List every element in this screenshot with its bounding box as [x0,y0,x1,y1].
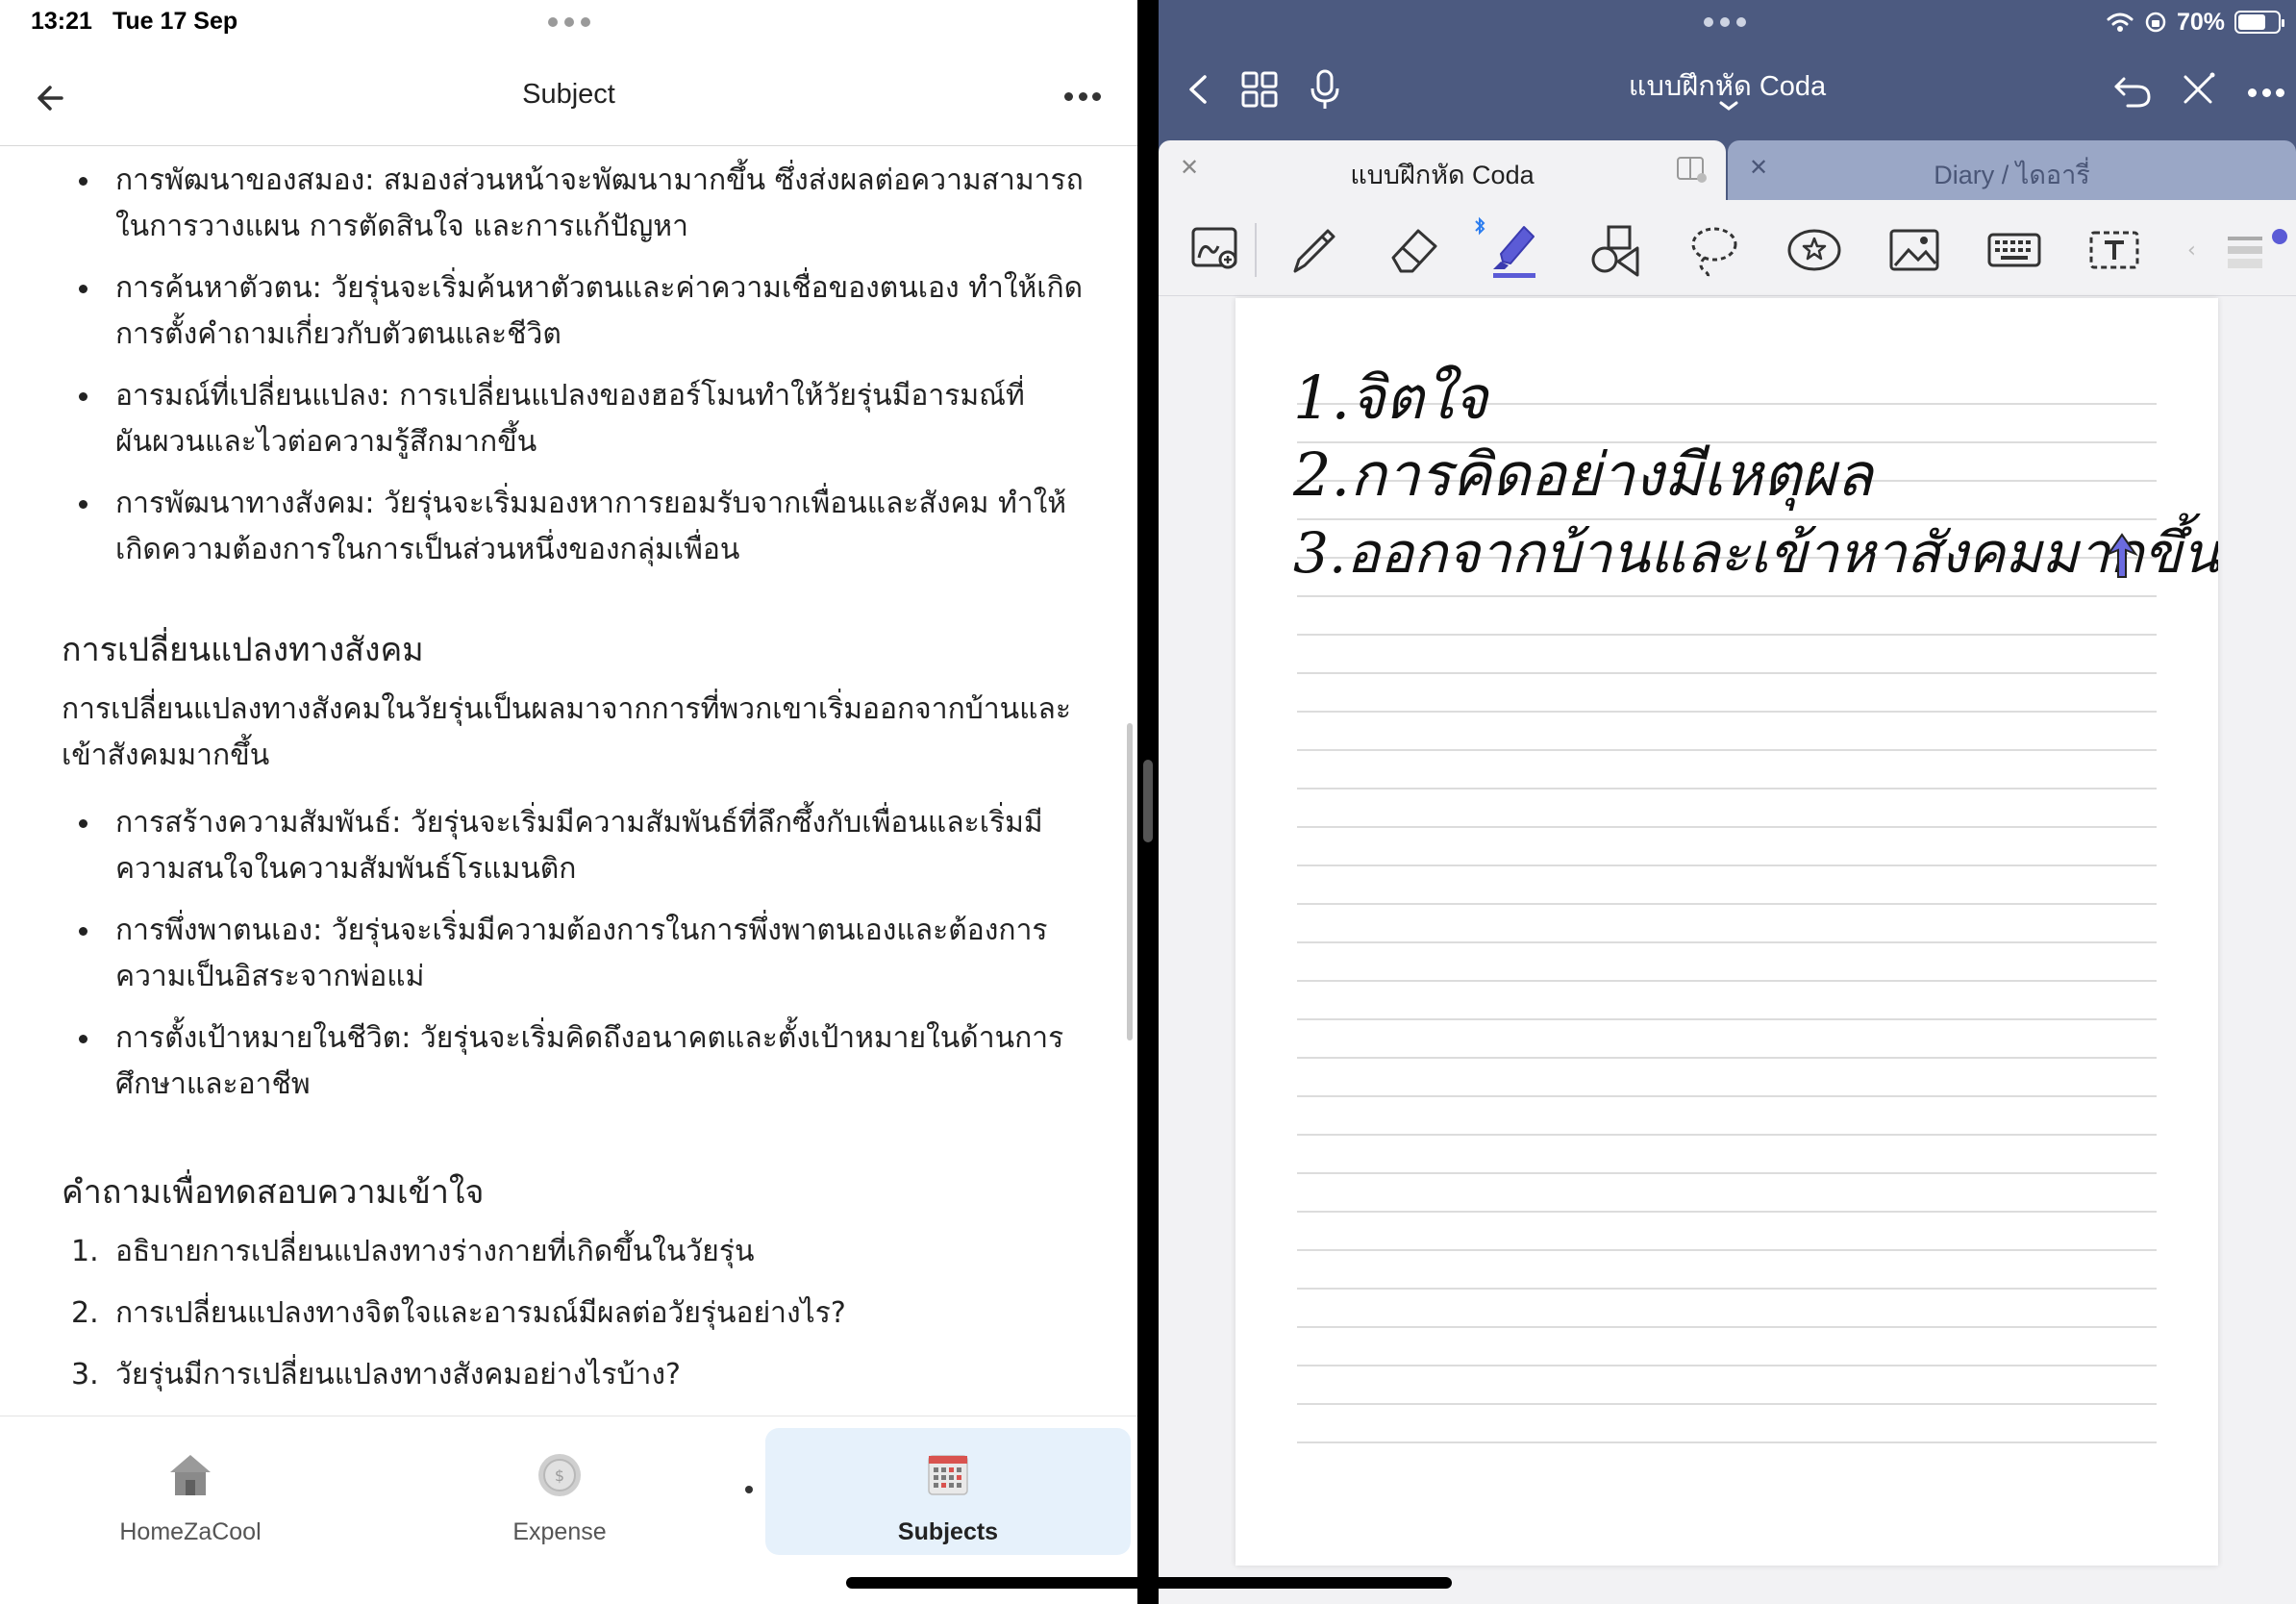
orientation-lock-icon [2145,12,2166,33]
nav-bar: Subject [0,58,1137,146]
calendar-grid-icon [928,1455,968,1495]
home-indicator[interactable] [846,1577,1452,1589]
notebook-page[interactable]: 1.จิตใจ 2.การคิดอย่างมีเหตุผล 3.ออกจากบ้… [1235,298,2218,1566]
quiz-number: 2. [71,1296,99,1330]
list-item: การพัฒนาของสมอง: สมองส่วนหน้าจะพัฒนามากข… [79,158,1086,250]
quiz-text: วัยรุ่นมีการเปลี่ยนแปลงทางสังคมอย่างไรบ้… [115,1358,681,1391]
quiz-item: 3. วัยรุ่นมีการเปลี่ยนแปลงทางสังคมอย่างไ… [71,1352,1086,1398]
tab-label: Expense [512,1518,607,1545]
chevron-down-icon[interactable] [1718,100,1739,112]
status-time: 13:21 [31,8,92,35]
quiz-number: 3. [71,1358,99,1391]
image-icon[interactable] [1884,219,1945,281]
scrollbar[interactable] [1127,723,1133,1040]
handwriting-line: 3.ออกจากบ้านและเข้าหาสังคมมากขึ้น [1293,513,2218,586]
eraser-icon[interactable] [1384,219,1445,281]
document-tabs: ✕ แบบฝึกหัด Coda ✕ Diary / ไดอารี่ [1159,140,2296,200]
shapes-icon[interactable] [1584,219,1645,281]
handwriting-line: 2.การคิดอย่างมีเหตุผล [1292,439,1876,512]
pen-settings-icon[interactable] [2220,219,2282,281]
tab-document-active[interactable]: ✕ แบบฝึกหัด Coda [1159,140,1726,200]
multitasking-dots-icon[interactable] [548,17,590,27]
undo-icon[interactable] [2110,67,2155,112]
quiz-item: 1. อธิบายการเปลี่ยนแปลงทางร่างกายที่เกิด… [71,1229,1086,1275]
color-indicator-dot [2272,229,2287,244]
status-date: Tue 17 Sep [112,8,238,35]
pen-icon[interactable] [1284,219,1345,281]
list-item: การค้นหาตัวตน: วัยรุ่นจะเริ่มค้นหาตัวตนแ… [79,265,1086,358]
quiz-number: 1. [71,1235,99,1268]
close-tools-icon[interactable] [2176,67,2220,112]
toolbar-scroll-chevron-icon[interactable]: ‹ [2187,238,2196,263]
more-options-icon[interactable] [1064,92,1101,102]
battery-percent: 70% [2176,8,2225,36]
list-item: การตั้งเป้าหมายในชีวิต: วัยรุ่นจะเริ่มคิ… [79,1015,1086,1108]
quiz-text: การเปลี่ยนแปลงทางจิตใจและอารมณ์มีผลต่อวั… [115,1296,846,1330]
section-heading-quiz: คำถามเพื่อทดสอบความเข้าใจ [62,1173,485,1212]
left-app-pane: 13:21 Tue 17 Sep Subject การพัฒนาของสมอง… [0,0,1137,1604]
notes-header: 70% แบบฝึกหัด Coda [1159,0,2296,140]
section-heading-social: การเปลี่ยนแปลงทางสังคม [62,631,424,669]
quiz-item: 2. การเปลี่ยนแปลงทางจิตใจและอารมณ์มีผลต่… [71,1291,1086,1337]
status-indicators: 70% [2106,8,2284,37]
more-options-icon[interactable] [2248,88,2284,98]
list-item: การสร้างความสัมพันธ์: วัยรุ่นจะเริ่มมีคว… [79,800,1086,892]
coin-icon: $ [538,1454,581,1496]
tab-document-diary[interactable]: ✕ Diary / ไดอารี่ [1728,140,2296,200]
sticker-icon[interactable] [1784,219,1845,281]
bluetooth-icon [1475,216,1485,236]
battery-icon [2234,11,2284,34]
tab-label: แบบฝึกหัด Coda [1350,161,1535,189]
keyboard-icon[interactable] [1984,219,2045,281]
section-paragraph-social: การเปลี่ยนแปลงทางสังคมในวัยรุ่นเป็นผลมาจ… [62,692,1071,772]
right-app-pane: 70% แบบฝึกหัด Coda ✕ แบบฝึกหัด Coda ✕ Di… [1159,0,2296,1604]
tab-homezacool[interactable]: HomeZaCool [8,1428,373,1555]
tab-label: HomeZaCool [119,1518,262,1545]
split-view-handle[interactable] [1143,760,1153,842]
quiz-text: อธิบายการเปลี่ยนแปลงทางร่างกายที่เกิดขึ้… [115,1235,755,1268]
lasso-icon[interactable] [1684,219,1745,281]
list-item: การพัฒนาทางสังคม: วัยรุ่นจะเริ่มมองหาการ… [79,481,1086,573]
tab-subjects[interactable]: Subjects [765,1428,1131,1555]
highlighter-icon[interactable] [1484,219,1545,281]
tab-expense[interactable]: $ Expense [377,1428,742,1555]
tab-label: Subjects [897,1518,999,1545]
handwritten-notes: 1.จิตใจ 2.การคิดอย่างมีเหตุผล 3.ออกจากบ้… [1292,363,2218,586]
house-icon [170,1455,211,1495]
list-item: อารมณ์ที่เปลี่ยนแปลง: การเปลี่ยนแปลงของฮ… [79,373,1086,465]
toolbar-separator [1255,223,1257,277]
handwriting-line: 1.จิตใจ [1293,363,1490,433]
svg-text:$: $ [555,1466,564,1485]
wifi-icon [2107,13,2134,32]
page-indicator-dot [745,1486,753,1493]
bottom-tab-bar: HomeZaCool $ Expense Subjects [0,1416,1137,1604]
drawing-toolbar: ‹ [1159,200,2296,296]
status-bar: 13:21 Tue 17 Sep [0,0,1137,44]
tab-label: Diary / ไดอารี่ [1934,161,2090,189]
page-title: Subject [522,79,615,110]
split-view-icon[interactable] [1676,156,1707,183]
subject-content[interactable]: การพัฒนาของสมอง: สมองส่วนหน้าจะพัฒนามากข… [0,146,1125,1416]
text-box-icon[interactable] [2084,219,2145,281]
multitasking-dots-icon[interactable] [1704,17,1746,27]
lasso-zoom-icon[interactable] [1185,219,1247,281]
list-item: การพึ่งพาตนเอง: วัยรุ่นจะเริ่มมีความต้อง… [79,908,1086,1000]
